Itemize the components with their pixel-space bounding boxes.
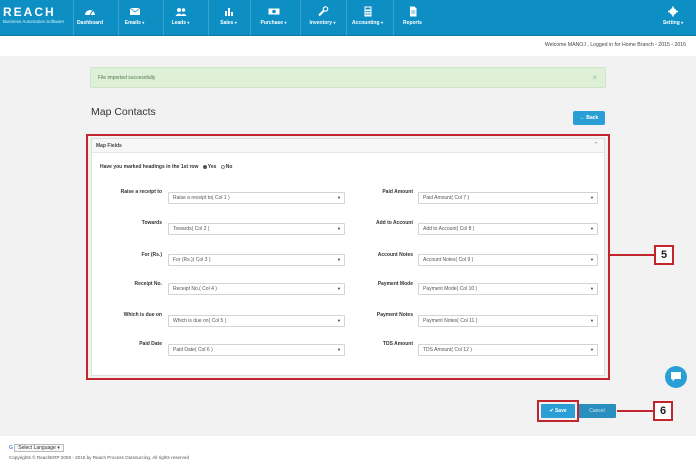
gear-icon [668,6,678,17]
nav-label: Sales [220,20,234,26]
chevron-down-icon: ▾ [284,20,287,25]
top-navbar: REACH Business Automation Software Dashb… [0,0,696,36]
nav-label: Setting [662,20,680,26]
copyright-text: Copyrights © ReachERP 2006 - 2016 by Rea… [9,455,189,460]
money-icon [268,8,279,15]
arrow-left-icon: ← [579,115,585,121]
nav-label: Emails [124,20,141,26]
annotation-line-six [617,410,653,412]
language-selector[interactable]: G Select Language ▾ [9,444,64,452]
brand-name: REACH [3,5,56,19]
chat-icon [671,372,681,382]
nav-inventory[interactable]: Inventory ▾ [300,0,344,36]
nav-label: Dashboard [76,20,104,26]
nav-leads[interactable]: Leads ▾ [163,0,197,36]
cancel-label: Cancel [589,408,605,414]
nav-dashboard[interactable]: Dashboard [73,0,106,36]
nav-label: Accounting [352,20,380,26]
nav-sales[interactable]: Sales ▾ [208,0,248,36]
envelope-icon [129,7,140,15]
nav-reports[interactable]: Reports [393,0,431,36]
calculator-icon [364,6,371,17]
nav-settings[interactable]: Setting ▾ [650,0,696,36]
chevron-down-icon: ▾ [380,20,383,25]
page-title: Map Contacts [91,106,156,118]
nav-purchase[interactable]: Purchase ▾ [250,0,296,36]
wrench-icon [317,6,328,17]
callout-six: 6 [653,401,673,421]
chevron-down-icon: ▾ [57,445,60,451]
nav-label: Purchase [260,20,284,26]
success-alert: File imported successfully × [90,67,606,88]
nav-label: Inventory [309,20,333,26]
dashboard-icon [85,10,95,16]
google-icon: G [9,445,13,451]
back-label: Back [586,115,599,121]
nav-accounting[interactable]: Accounting ▾ [346,0,388,36]
callout-five: 5 [654,245,674,265]
chevron-down-icon: ▾ [234,20,237,25]
back-button[interactable]: ← Back [573,111,605,125]
nav-label: Reports [403,20,422,26]
brand-tagline: Business Automation Software [3,19,65,24]
annotation-box-save [537,400,579,422]
chevron-down-icon: ▾ [681,20,684,25]
users-icon [175,8,186,16]
cancel-button[interactable]: Cancel [578,404,616,418]
chevron-down-icon: ▾ [187,20,190,25]
alert-message: File imported successfully [98,75,156,81]
bar-chart-icon [224,8,233,16]
welcome-text: Welcome MANOJ , Logged in for Home Branc… [544,42,686,48]
language-label: Select Language [18,445,56,451]
chat-button[interactable] [665,366,687,388]
chevron-down-icon: ▾ [142,20,145,25]
chevron-down-icon: ▾ [333,20,336,25]
annotation-box-fields [86,134,610,380]
brand-logo[interactable]: REACH Business Automation Software [3,6,71,30]
nav-emails[interactable]: Emails ▾ [118,0,150,36]
nav-label: Leads [171,20,187,26]
document-icon [409,6,416,17]
close-icon[interactable]: × [592,73,597,82]
annotation-line-five [610,254,654,256]
